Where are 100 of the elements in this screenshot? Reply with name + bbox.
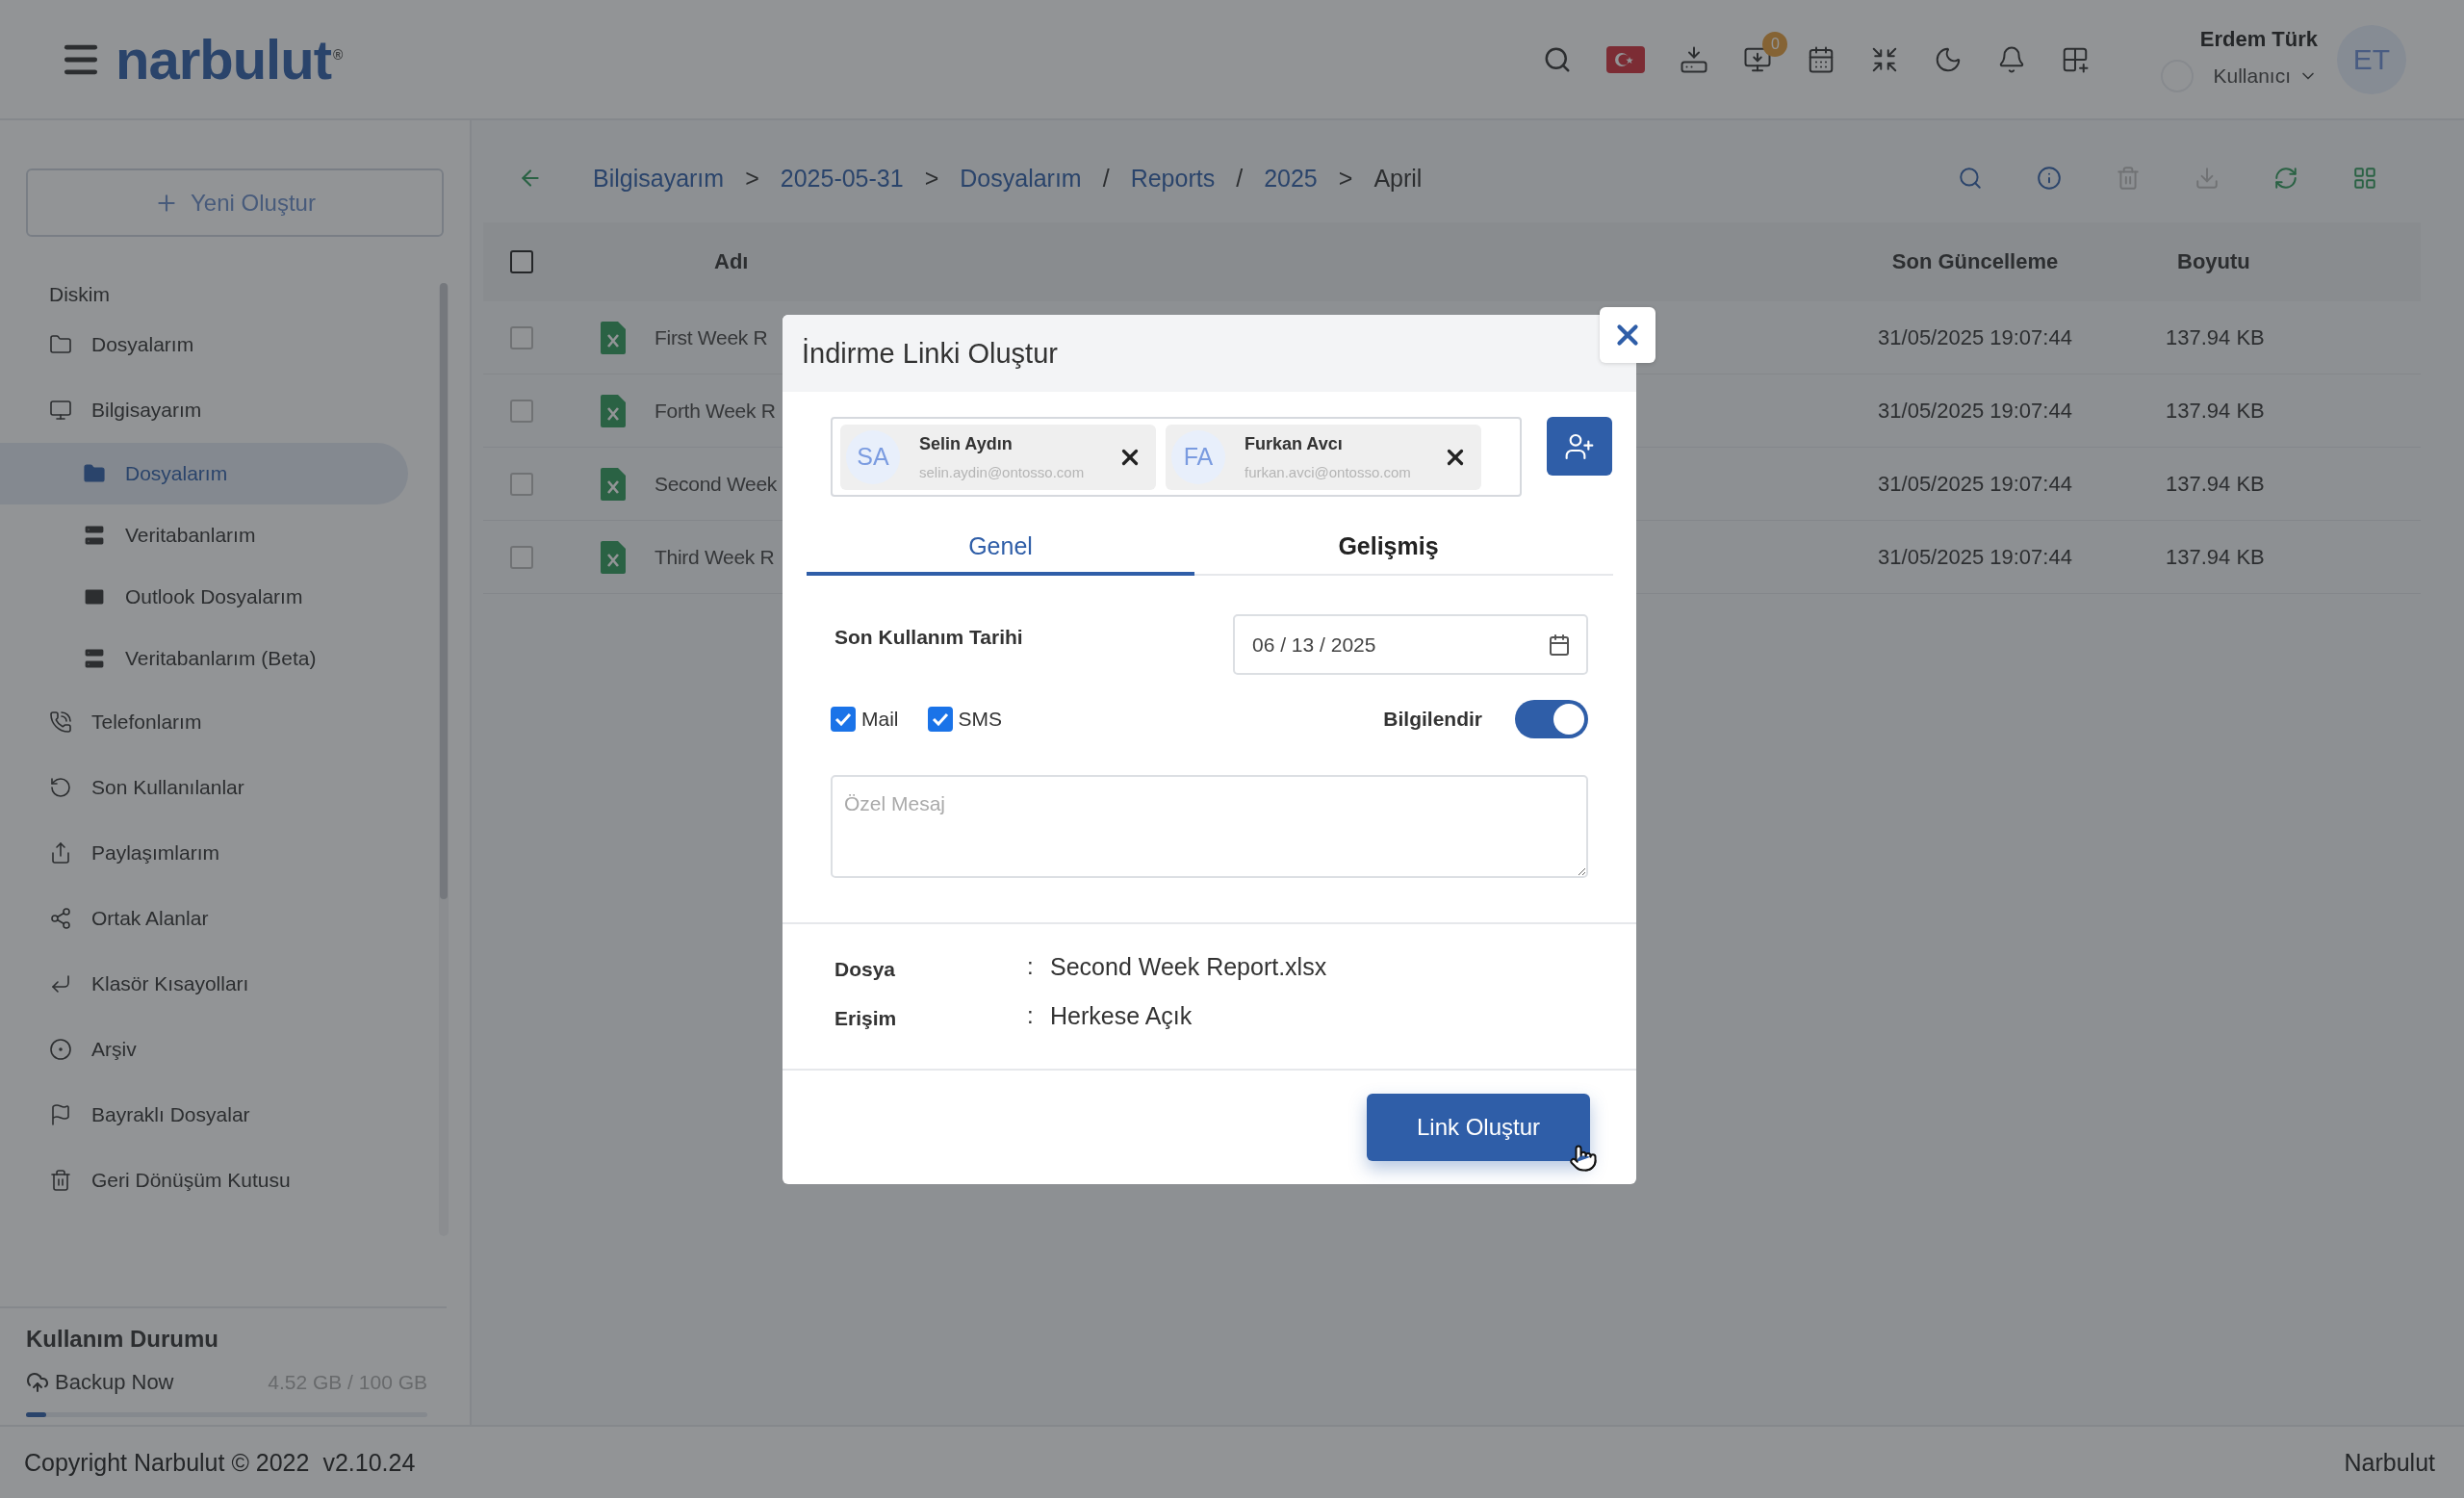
user-role[interactable]: Kullanıcı: [2213, 64, 2291, 88]
check-icon: [834, 712, 852, 726]
check-icon: [931, 712, 949, 726]
recipient-avatar: FA: [1171, 429, 1225, 484]
recipients-field[interactable]: SA Selin Aydın selin.aydin@ontosso.com FA Furkan Avcı furkan.avci@ontosso.com: [831, 417, 1522, 497]
row-checkbox[interactable]: [510, 325, 533, 349]
sidebar-item[interactable]: Son Kullanılanlar: [0, 755, 439, 820]
create-link-button[interactable]: Link Oluştur: [1367, 1094, 1590, 1161]
database-icon: [83, 647, 106, 670]
file-name[interactable]: Forth Week R: [654, 399, 776, 423]
copyright-text: Copyright Narbulut © 2022: [24, 1448, 310, 1477]
notify-label: Bilgilendir: [1383, 708, 1482, 731]
table-cell-text: 31/05/2025 19:07:44: [1877, 398, 2073, 424]
column-header[interactable]: Boyutu: [2119, 249, 2421, 274]
scrollbar[interactable]: [439, 283, 449, 1236]
file-name[interactable]: Third Week R: [654, 545, 775, 569]
calendar-icon[interactable]: [1548, 633, 1571, 657]
channel-checkbox[interactable]: Mail: [831, 707, 899, 732]
cloud-upload-icon: [26, 1371, 49, 1394]
column-header[interactable]: Son Güncelleme: [1831, 249, 2119, 274]
close-button[interactable]: [1600, 307, 1656, 363]
breadcrumb-link[interactable]: Reports: [1130, 164, 1216, 193]
table-cell-text: 137.94 KB: [2165, 324, 2266, 350]
download-icon[interactable]: [1680, 44, 1709, 74]
row-checkbox[interactable]: [510, 545, 533, 569]
flag-icon: [49, 1103, 72, 1126]
table-cell-text: 137.94 KB: [2165, 544, 2266, 570]
sidebar-item[interactable]: Ortak Alanlar: [0, 886, 439, 951]
flag-icon[interactable]: [1606, 45, 1646, 73]
date-field[interactable]: 06 / 13 / 2025: [1233, 614, 1588, 675]
sidebar-item-label: Dosyalarım: [91, 333, 194, 356]
share-nodes-icon: [49, 907, 72, 930]
row-checkbox[interactable]: [510, 399, 533, 423]
breadcrumb-separator: /: [1102, 164, 1110, 193]
breadcrumb-link[interactable]: April: [1373, 164, 1423, 193]
add-user-button[interactable]: [1547, 417, 1612, 476]
section-label: Diskim: [49, 283, 111, 306]
sidebar-item[interactable]: Dosyalarım: [0, 443, 408, 504]
colon: :: [1027, 953, 1035, 980]
backup-button[interactable]: Backup Now: [26, 1370, 174, 1395]
sidebar-item-label: Ortak Alanlar: [91, 907, 209, 930]
sidebar-item-label: Outlook Dosyalarım: [125, 585, 303, 608]
new-button[interactable]: Yeni Oluştur: [26, 168, 444, 237]
channel-checkbox[interactable]: SMS: [927, 707, 1003, 732]
breadcrumb-link[interactable]: Bilgisayarım: [593, 164, 725, 193]
sidebar-item[interactable]: Bilgisayarım: [0, 377, 439, 443]
recipient-email: selin.aydin@ontosso.com: [919, 463, 1086, 480]
sidebar-item-label: Arşiv: [91, 1038, 137, 1061]
brand-text: Narbulut: [2344, 1448, 2435, 1477]
colon: :: [1027, 1002, 1035, 1029]
file-name[interactable]: Second Week: [654, 472, 778, 496]
sidebar-item[interactable]: Klasör Kısayolları: [0, 951, 439, 1017]
breadcrumb-link[interactable]: Dosyalarım: [960, 164, 1082, 193]
spreadsheet-file-icon: [601, 467, 626, 501]
info-icon[interactable]: [2037, 166, 2062, 191]
sidebar-item-label: Bilgisayarım: [91, 399, 202, 422]
tab[interactable]: Gelişmiş: [1194, 520, 1582, 576]
select-all-checkbox[interactable]: [510, 250, 533, 273]
usage-title: Kullanım Durumu: [26, 1326, 219, 1353]
checkbox-label: SMS: [958, 708, 1003, 731]
breadcrumb-link[interactable]: 2025-05-31: [780, 164, 904, 193]
sidebar-item-label: Klasör Kısayolları: [91, 972, 249, 995]
folder-icon: [49, 333, 72, 356]
row-checkbox[interactable]: [510, 472, 533, 496]
recipient-email: furkan.avci@ontosso.com: [1245, 463, 1412, 480]
sidebar-item[interactable]: Veritabanlarım: [0, 504, 439, 566]
user-name: Erdem Türk: [2199, 26, 2318, 52]
monitor-icon: [49, 399, 72, 422]
trash-icon: [49, 1169, 72, 1192]
info-label: Dosya: [834, 958, 897, 981]
message-field[interactable]: Özel Mesaj: [831, 775, 1588, 878]
sidebar-item[interactable]: Telefonlarım: [0, 689, 439, 755]
file-name[interactable]: First Week R: [654, 325, 768, 349]
database-icon: [83, 524, 106, 547]
sidebar-item[interactable]: Arşiv: [0, 1017, 439, 1082]
table-cell-text: 31/05/2025 19:07:44: [1877, 471, 2073, 497]
sidebar-item-label: Son Kullanılanlar: [91, 776, 244, 799]
checkbox[interactable]: [927, 707, 953, 732]
sidebar-item[interactable]: Paylaşımlarım: [0, 820, 439, 886]
search-icon[interactable]: [1958, 166, 1983, 191]
expiry-label: Son Kullanım Tarihi: [834, 626, 1023, 649]
breadcrumb-separator: >: [1338, 164, 1353, 193]
folder-icon: [83, 462, 106, 485]
checkbox[interactable]: [831, 707, 856, 732]
breadcrumb-separator: /: [1236, 164, 1244, 193]
sidebar-item[interactable]: Bayraklı Dosyalar: [0, 1082, 439, 1148]
sidebar-item-label: Paylaşımlarım: [91, 841, 220, 865]
sidebar-item[interactable]: Geri Dönüşüm Kutusu: [0, 1148, 439, 1213]
notify-toggle[interactable]: [1515, 700, 1588, 738]
column-header[interactable]: Adı: [560, 249, 1831, 274]
sidebar-item-label: Dosyalarım: [125, 462, 228, 485]
sidebar-item-label: Veritabanlarım (Beta): [125, 647, 317, 670]
info-label: Erişim: [834, 1007, 898, 1030]
sidebar-item[interactable]: Dosyalarım: [0, 312, 439, 377]
sidebar-item[interactable]: Veritabanlarım (Beta): [0, 628, 439, 689]
share-icon: [49, 841, 72, 865]
sidebar-item[interactable]: Outlook Dosyalarım: [0, 566, 439, 628]
archive-circle-icon: [49, 1038, 72, 1061]
tab[interactable]: Genel: [807, 520, 1194, 576]
breadcrumb-link[interactable]: 2025: [1264, 164, 1318, 193]
